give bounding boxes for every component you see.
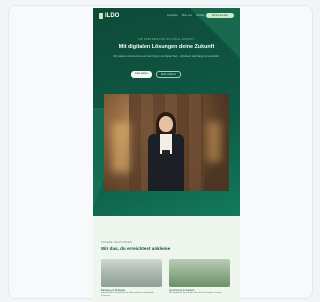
feature-image bbox=[101, 259, 162, 287]
person-head bbox=[159, 116, 173, 132]
section-eyebrow: UNSERE LEISTUNGEN bbox=[101, 241, 133, 244]
hero-photo bbox=[104, 94, 229, 191]
logo-text: ILDO bbox=[105, 13, 120, 19]
feature-image bbox=[169, 259, 230, 287]
nav-cta-button[interactable]: Termin buchen bbox=[205, 13, 234, 18]
logo-icon bbox=[99, 13, 103, 19]
feature-card[interactable]: Umsetzung & Support Wir begleiten Sie vo… bbox=[169, 259, 230, 298]
hero-eyebrow: IHR PARTNER FÜR DIGITALE ZUKUNFT bbox=[137, 38, 196, 41]
nav-link[interactable]: Kontakt bbox=[196, 14, 204, 17]
feature-text: Wir begleiten Sie von der Idee bis zur f… bbox=[169, 292, 222, 294]
feature-card[interactable]: Beratung & Strategie Individuelle Konzep… bbox=[101, 259, 162, 298]
services-section: UNSERE LEISTUNGEN Wir das, du erreichtes… bbox=[93, 216, 240, 302]
feature-list: Beratung & Strategie Individuelle Konzep… bbox=[101, 259, 230, 298]
hero-buttons: Jetzt starten Mehr erfahren bbox=[131, 71, 182, 78]
website-preview: ILDO Angebote Über uns Kontakt Termin bu… bbox=[93, 8, 240, 302]
lamp-glow bbox=[207, 122, 221, 162]
hero-subline: Wir begleiten Unternehmen auf dem Weg in… bbox=[113, 55, 220, 58]
top-nav: ILDO Angebote Über uns Kontakt Termin bu… bbox=[99, 13, 234, 23]
nav-link[interactable]: Angebote bbox=[167, 14, 178, 17]
nav-link[interactable]: Über uns bbox=[182, 14, 192, 17]
logo[interactable]: ILDO bbox=[99, 13, 119, 19]
feature-text: Individuelle Konzepte für Ihr Unternehme… bbox=[101, 292, 154, 297]
hero-headline: Mit digitalen Lösungen deine Zukunft bbox=[118, 44, 215, 50]
hero-section: ILDO Angebote Über uns Kontakt Termin bu… bbox=[93, 8, 240, 216]
smartphone bbox=[162, 150, 170, 155]
primary-button[interactable]: Jetzt starten bbox=[131, 71, 153, 78]
nav-links: Angebote Über uns Kontakt bbox=[167, 14, 204, 17]
secondary-button[interactable]: Mehr erfahren bbox=[156, 71, 182, 78]
lamp-glow bbox=[112, 122, 130, 172]
section-title: Wir das, du erreichtest ankleine bbox=[101, 246, 171, 251]
